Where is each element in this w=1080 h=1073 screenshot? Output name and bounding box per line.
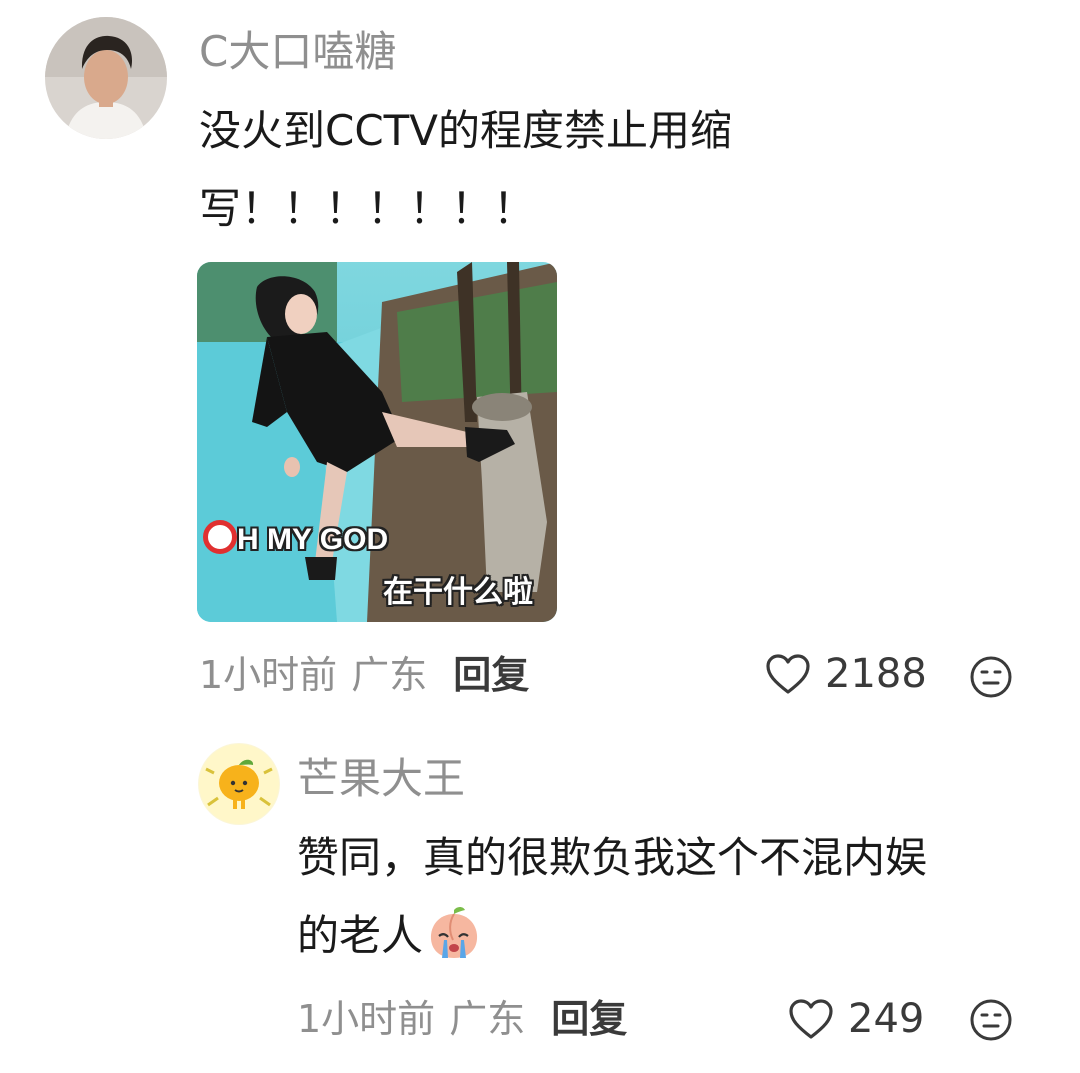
avatar[interactable] (45, 17, 167, 139)
neutral-face-icon (970, 656, 1012, 698)
comment-text-line-1: 没火到CCTV的程度禁止用缩 (199, 106, 733, 155)
reply-button[interactable]: 回复 (453, 653, 529, 697)
heart-outline-icon (789, 999, 833, 1039)
like-count: 2188 (825, 651, 927, 697)
red-o-icon (203, 520, 237, 554)
username[interactable]: C大口嗑糖 (199, 31, 396, 73)
reply-button[interactable]: 回复 (551, 997, 627, 1041)
comment-text-line-2-text: 的老人 (297, 911, 424, 960)
gif-caption-2: 在干什么啦 (383, 575, 533, 610)
gif-caption-1: H MY GOD (197, 520, 388, 557)
comment-meta: 1小时前 广东 回复 (199, 656, 529, 694)
gif-caption-1-text: H MY GOD (237, 523, 389, 556)
heart-outline-icon (766, 654, 810, 694)
mango-avatar-icon (198, 743, 280, 825)
avatar[interactable] (198, 743, 280, 825)
comment-text-line-2: 写！！！！！！！ (199, 184, 536, 233)
like-button[interactable]: 249 (788, 998, 924, 1040)
crying-peach-emoji (430, 907, 478, 958)
timestamp: 1小时前 (199, 653, 338, 697)
like-count: 249 (848, 996, 925, 1042)
location: 广东 (449, 997, 526, 1041)
timestamp: 1小时前 (297, 997, 436, 1041)
comment-text-line-2: 的老人 (297, 895, 483, 977)
comment-2: 芒果大王 赞同，真的很欺负我这个不混内娱 的老人 1小时前 广东 回复 249 (0, 720, 1080, 1073)
comment-meta: 1小时前 广东 回复 (297, 1000, 627, 1038)
neutral-face-icon (970, 999, 1012, 1041)
reaction-button[interactable] (969, 998, 1013, 1046)
comment-1: C大口嗑糖 没火到CCTV的程度禁止用缩 写！！！！！！！ H MY GOD 在… (0, 0, 1080, 720)
username[interactable]: 芒果大王 (297, 758, 465, 800)
avatar-portrait-icon (45, 17, 167, 139)
gif-image[interactable]: H MY GOD 在干什么啦 (197, 262, 557, 622)
like-button[interactable]: 2188 (765, 653, 927, 695)
comment-text-line-1: 赞同，真的很欺负我这个不混内娱 (297, 833, 928, 882)
reaction-button[interactable] (969, 655, 1013, 703)
location: 广东 (351, 653, 428, 697)
